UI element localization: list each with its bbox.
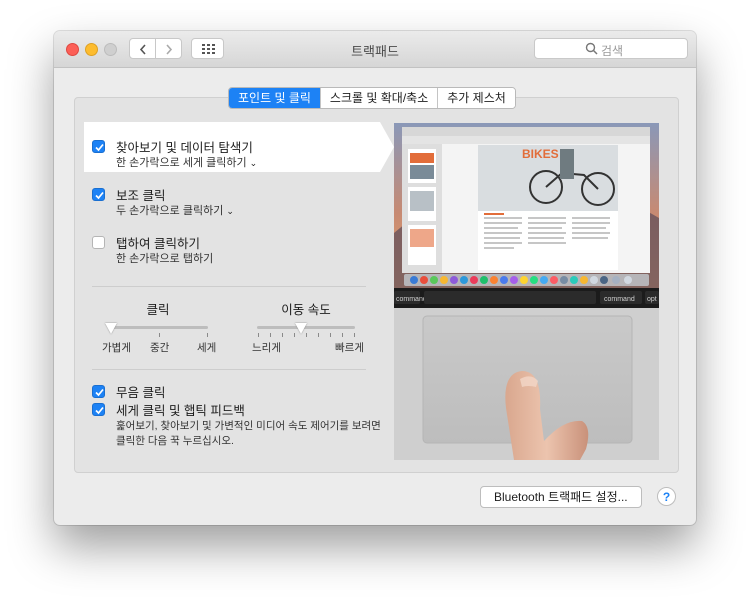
preview-key-option: opt (647, 296, 657, 303)
lookup-checkbox[interactable] (92, 140, 105, 153)
speed-slider-tick (294, 333, 295, 337)
force-click-description: 훑어보기, 찾아보기 및 가변적인 미디어 속도 제어기를 보려면 클릭한 다음… (116, 420, 381, 447)
chevron-down-icon: ⌄ (249, 158, 258, 168)
search-field[interactable]: 검색 (534, 38, 688, 59)
click-slider-tick (207, 333, 208, 337)
click-label-firm: 세게 (197, 342, 217, 354)
preview-brand: BIKES (522, 147, 559, 161)
click-label-medium: 중간 (150, 342, 170, 354)
chevron-down-icon: ⌄ (226, 206, 234, 216)
divider (92, 286, 366, 287)
checkmark-icon (95, 143, 104, 152)
speed-slider-tick (342, 333, 343, 337)
search-icon (585, 42, 598, 55)
tab-more-gestures[interactable]: 추가 제스처 (437, 88, 515, 108)
speed-label-slow: 느리게 (252, 342, 281, 354)
speed-slider-tick (282, 333, 283, 337)
speed-label-fast: 빠르게 (335, 342, 364, 354)
speed-slider-tick (270, 333, 271, 337)
preferences-window: 트랙패드 검색 포인트 및 클릭 스크롤 및 확대/축소 추가 제스처 찾아보기… (54, 31, 696, 525)
secondary-click-checkbox[interactable] (92, 188, 105, 201)
speed-slider-tick (306, 333, 307, 337)
lookup-gesture-value: 한 손가락으로 세게 클릭하기 (116, 157, 247, 169)
click-slider-track[interactable] (111, 326, 208, 329)
speed-slider-tick (258, 333, 259, 337)
divider (92, 369, 366, 370)
tab-point-click[interactable]: 포인트 및 클릭 (229, 88, 320, 108)
speed-slider-tick (318, 333, 319, 337)
tap-to-click-checkbox[interactable] (92, 236, 105, 249)
click-slider-tick (159, 333, 160, 337)
click-label-light: 가볍게 (102, 342, 131, 354)
tab-scroll-zoom[interactable]: 스크롤 및 확대/축소 (319, 88, 438, 108)
silent-click-label: 무음 클릭 (116, 386, 166, 400)
speed-slider-title: 이동 속도 (281, 303, 331, 317)
checkmark-icon (95, 406, 104, 415)
secondary-click-value: 두 손가락으로 클릭하기 (116, 205, 224, 217)
tap-to-click-sub: 한 손가락으로 탭하기 (116, 253, 214, 265)
speed-slider-tick (330, 333, 331, 337)
bluetooth-trackpad-setup-button[interactable]: Bluetooth 트랙패드 설정... (480, 486, 642, 508)
checkmark-icon (95, 388, 104, 397)
silent-click-checkbox[interactable] (92, 385, 105, 398)
help-button[interactable]: ? (657, 487, 676, 506)
gesture-preview-video: BIKES command command opt (394, 123, 659, 460)
checkmark-icon (95, 191, 104, 200)
force-click-label: 세게 클릭 및 햅틱 피드백 (116, 404, 245, 418)
force-click-checkbox[interactable] (92, 403, 105, 416)
selection-pointer (380, 122, 394, 172)
title-bar: 트랙패드 검색 (54, 31, 696, 68)
preview-key-command-left: command (396, 296, 427, 303)
lookup-gesture-dropdown[interactable]: 한 손가락으로 세게 클릭하기 ⌄ (116, 154, 257, 170)
click-slider-title: 클릭 (146, 303, 170, 317)
preview-key-command-right: command (604, 296, 635, 303)
speed-slider-tick (354, 333, 355, 337)
secondary-click-dropdown[interactable]: 두 손가락으로 클릭하기 ⌄ (116, 202, 234, 218)
click-slider-thumb[interactable] (105, 323, 117, 334)
preview-illustration: BIKES command command opt (394, 123, 659, 460)
search-placeholder: 검색 (601, 44, 624, 58)
tab-bar: 포인트 및 클릭 스크롤 및 확대/축소 추가 제스처 (228, 87, 516, 109)
